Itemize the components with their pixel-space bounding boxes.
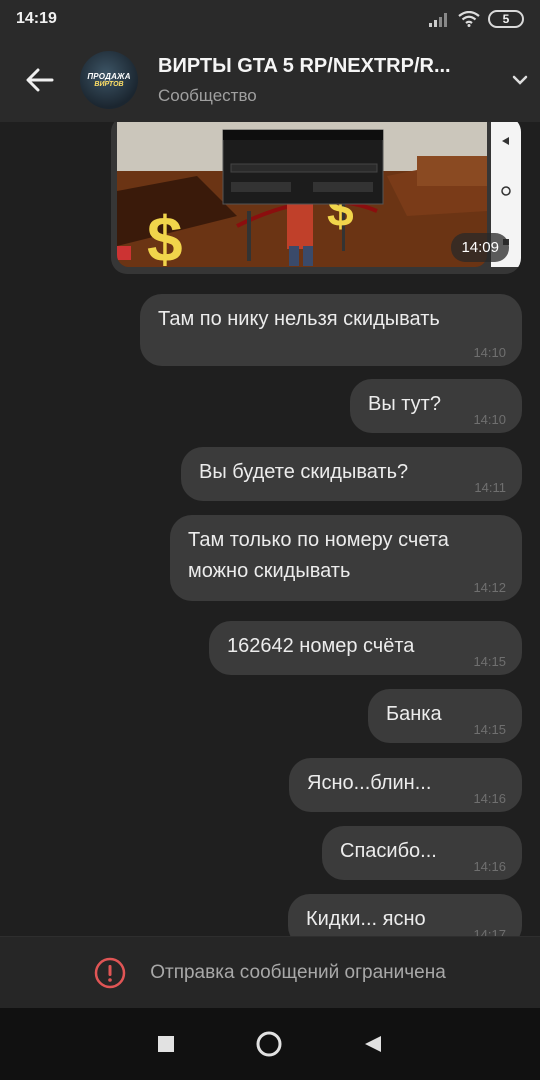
avatar-text-bottom: ВИРТОВ bbox=[94, 81, 124, 88]
chat-info[interactable]: ВИРТЫ GTA 5 RP/NEXTRP/R... Сообщество bbox=[158, 55, 500, 106]
nav-circle-icon[interactable] bbox=[255, 1030, 283, 1058]
wifi-icon bbox=[458, 11, 480, 27]
side-circle-icon bbox=[501, 186, 511, 197]
message-bubble[interactable]: Вы тут? 14:10 bbox=[350, 379, 522, 433]
message-time: 14:16 bbox=[473, 859, 506, 874]
message-text: Спасибо... bbox=[340, 840, 437, 862]
message-time: 14:10 bbox=[473, 345, 506, 360]
game-scene: $ $ bbox=[117, 122, 487, 267]
warning-icon bbox=[94, 957, 126, 988]
avatar[interactable]: ПРОДАЖА ВИРТОВ bbox=[80, 51, 138, 109]
message-text: Вы будете скидывать? bbox=[199, 461, 409, 483]
message-list[interactable]: $ $ 14:09 Там по нику нельзя скидывать 1 bbox=[0, 122, 540, 936]
status-icons: 5 bbox=[428, 10, 524, 28]
message-text: Вы тут? bbox=[368, 393, 441, 415]
signal-icon bbox=[429, 13, 447, 27]
image-message[interactable]: $ $ 14:09 bbox=[111, 122, 521, 274]
message-time: 14:17 bbox=[473, 927, 506, 936]
message-text: Банка bbox=[386, 703, 442, 725]
message-time: 14:10 bbox=[473, 412, 506, 427]
message-time: 14:11 bbox=[474, 480, 506, 495]
message-time: 14:15 bbox=[473, 654, 506, 669]
nav-square-icon[interactable] bbox=[157, 1035, 175, 1053]
back-button[interactable] bbox=[0, 38, 80, 122]
chat-title: ВИРТЫ GTA 5 RP/NEXTRP/R... bbox=[158, 54, 451, 77]
message-text: Кидки... ясно bbox=[306, 908, 426, 930]
avatar-text-top: ПРОДАЖА bbox=[87, 72, 131, 81]
message-bubble[interactable]: Там по нику нельзя скидывать 14:10 bbox=[140, 294, 522, 366]
message-time: 14:16 bbox=[473, 791, 506, 806]
message-time: 14:12 bbox=[473, 580, 506, 595]
message-bubble[interactable]: Банка 14:15 bbox=[368, 689, 522, 743]
restricted-banner: Отправка сообщений ограничена bbox=[0, 936, 540, 1008]
restricted-text: Отправка сообщений ограничена bbox=[150, 961, 446, 983]
message-text-line2: можно скидывать bbox=[188, 560, 351, 582]
message-bubble[interactable]: Спасибо... 14:16 bbox=[322, 826, 522, 880]
message-bubble[interactable]: 162642 номер счёта 14:15 bbox=[209, 621, 522, 675]
message-bubble[interactable]: Ясно...блин... 14:16 bbox=[289, 758, 522, 812]
back-arrow-icon bbox=[26, 68, 54, 92]
message-text: Там только по номеру счета bbox=[188, 529, 449, 551]
message-time: 14:15 bbox=[473, 722, 506, 737]
svg-text:$: $ bbox=[147, 203, 183, 267]
nav-triangle-icon[interactable] bbox=[363, 1034, 383, 1054]
side-triangle-icon bbox=[502, 137, 509, 146]
battery-icon: 5 bbox=[488, 10, 524, 28]
image-time: 14:09 bbox=[451, 233, 509, 262]
system-nav-bar bbox=[0, 1008, 540, 1080]
message-text: 162642 номер счёта bbox=[227, 635, 415, 657]
game-screenshot[interactable]: $ $ bbox=[117, 122, 487, 267]
chat-subtitle: Сообщество bbox=[158, 85, 257, 105]
chevron-down-icon bbox=[512, 75, 528, 85]
header-menu-button[interactable] bbox=[500, 75, 540, 85]
message-bubble[interactable]: Вы будете скидывать? 14:11 bbox=[181, 447, 522, 501]
message-text: Там по нику нельзя скидывать bbox=[158, 308, 440, 330]
chat-header: ПРОДАЖА ВИРТОВ ВИРТЫ GTA 5 RP/NEXTRP/R..… bbox=[0, 38, 540, 122]
status-time: 14:19 bbox=[16, 10, 57, 27]
message-bubble[interactable]: Кидки... ясно 14:17 bbox=[288, 894, 522, 936]
message-bubble[interactable]: Там только по номеру счета можно скидыва… bbox=[170, 515, 522, 601]
message-text: Ясно...блин... bbox=[307, 772, 432, 794]
status-bar: 14:19 5 bbox=[0, 0, 540, 38]
